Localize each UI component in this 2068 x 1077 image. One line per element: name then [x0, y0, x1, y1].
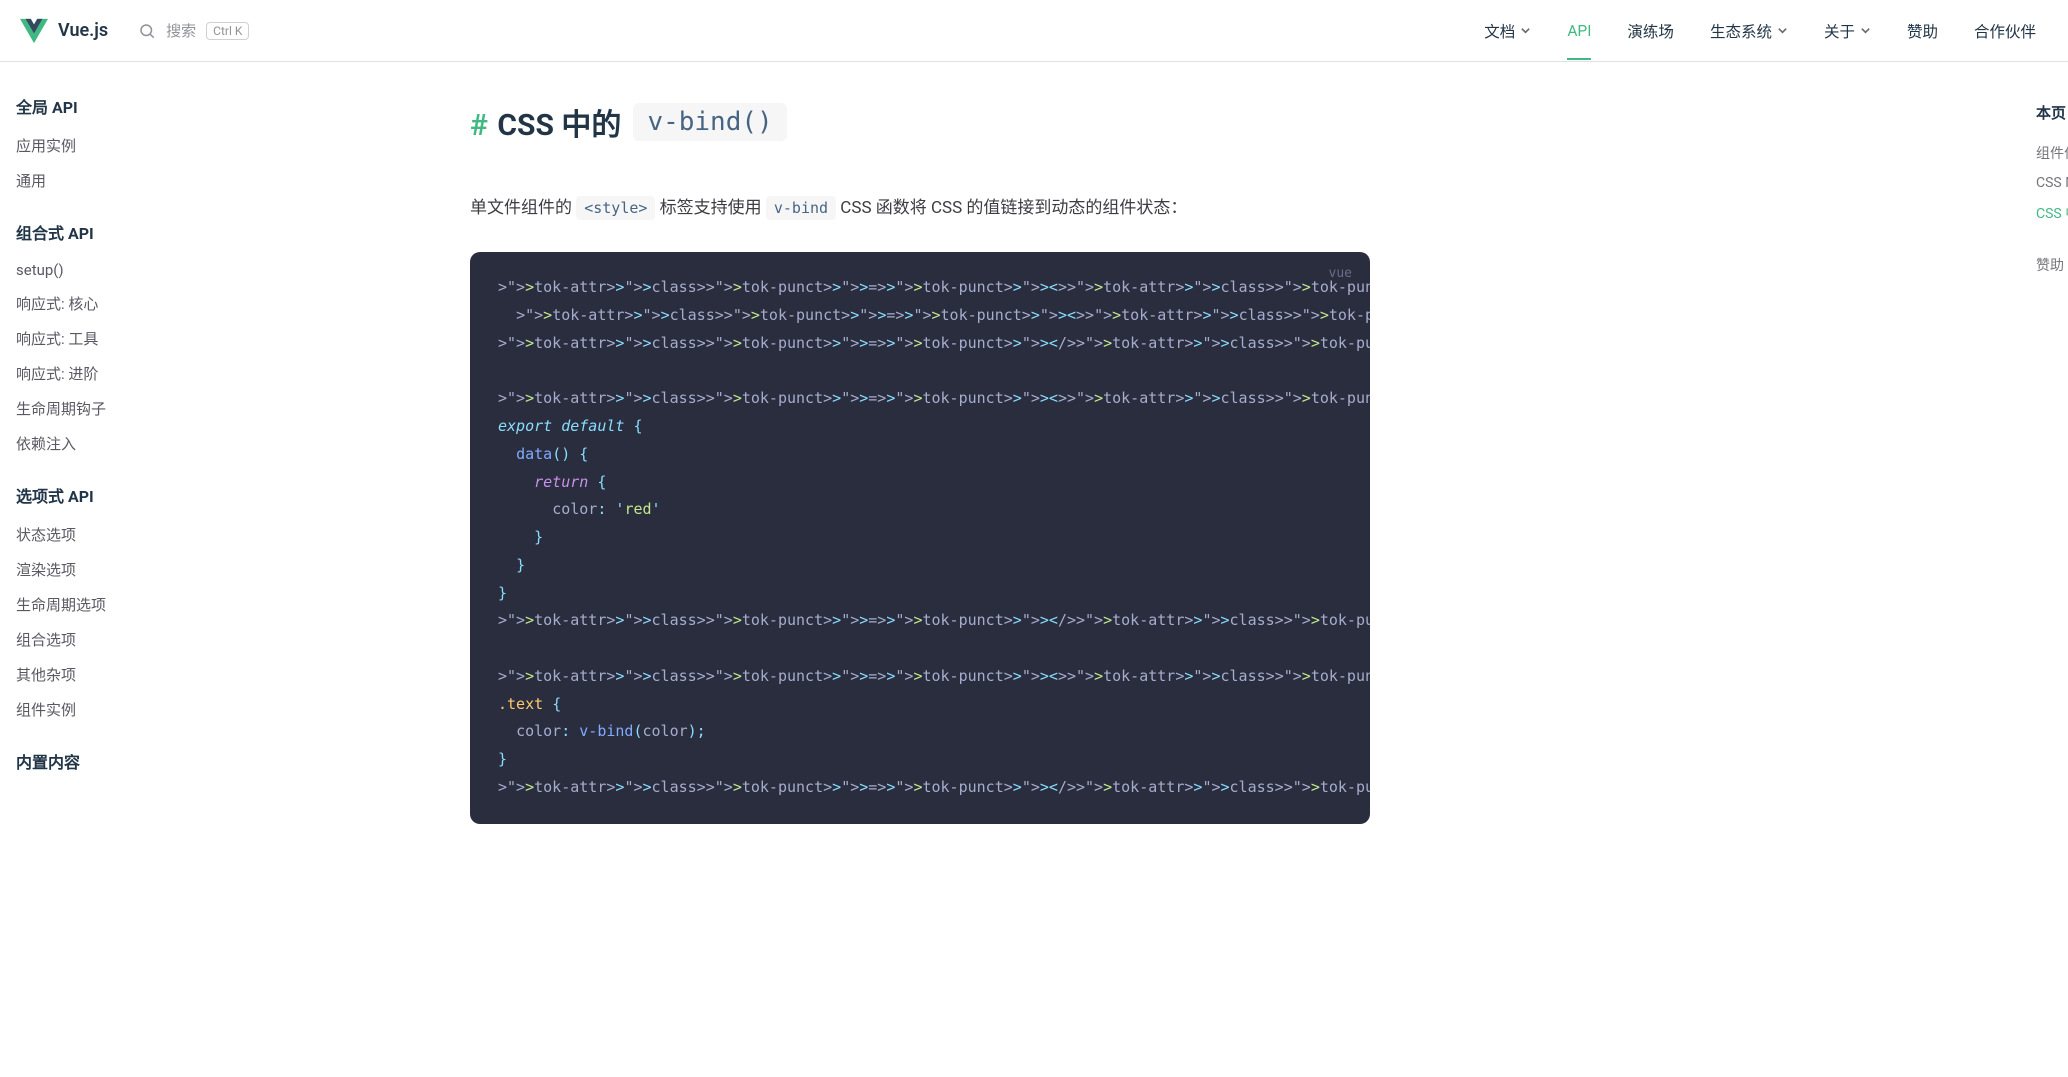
inline-code-vbind: v-bind — [766, 196, 836, 220]
chevron-down-icon — [1860, 25, 1871, 36]
sidebar-item[interactable]: 依赖注入 — [16, 426, 312, 461]
sidebar-item[interactable]: 生命周期选项 — [16, 587, 312, 622]
sidebar[interactable]: 全局 API 应用实例通用组合式 API setup()响应式: 核心响应式: 工具… — [0, 62, 340, 1077]
sidebar-heading[interactable]: 组合式 API — [16, 220, 312, 244]
vue-logo-icon — [20, 17, 48, 45]
toc-item[interactable]: CSS 中的 v-bind() — [2036, 197, 2068, 229]
sidebar-item[interactable]: 生命周期钩子 — [16, 391, 312, 426]
nav-item-赞助[interactable]: 赞助 — [1907, 20, 1938, 42]
search-icon — [138, 22, 156, 40]
brand-name: Vue.js — [58, 20, 108, 41]
sidebar-item[interactable]: 状态选项 — [16, 517, 312, 552]
search-shortcut: Ctrl K — [206, 22, 249, 40]
sidebar-heading[interactable]: 全局 API — [16, 94, 312, 118]
nav-item-关于[interactable]: 关于 — [1824, 20, 1871, 42]
code-example[interactable]: vue>">>tok-attr>>">>class>>">>tok-punct>… — [470, 252, 1370, 823]
inline-code-style: <style> — [576, 196, 655, 220]
nav-item-API[interactable]: API — [1567, 22, 1591, 40]
sidebar-section: 选项式 API 状态选项渲染选项生命周期选项组合选项其他杂项组件实例 — [16, 483, 312, 727]
para-text: CSS 函数将 CSS 的值链接到动态的组件状态： — [840, 198, 1187, 218]
sidebar-section: 内置内容 — [16, 749, 312, 773]
sidebar-item[interactable]: 响应式: 进阶 — [16, 356, 312, 391]
sidebar-item[interactable]: 渲染选项 — [16, 552, 312, 587]
sidebar-item[interactable]: 响应式: 核心 — [16, 286, 312, 321]
sidebar-item[interactable]: 应用实例 — [16, 128, 312, 163]
para-text: 单文件组件的 — [470, 198, 576, 218]
toc-item[interactable]: 组件作用域 CSS — [2036, 137, 2068, 169]
title-code: v-bind() — [633, 103, 786, 141]
main-content[interactable]: # CSS 中的 v-bind() 单文件组件的 <style> 标签支持使用 … — [340, 62, 2036, 1077]
page-title: # CSS 中的 v-bind() — [470, 100, 1370, 144]
nav-item-生态系统[interactable]: 生态系统 — [1710, 20, 1788, 42]
search-button[interactable]: 搜索 Ctrl K — [138, 20, 249, 41]
anchor-hash[interactable]: # — [470, 108, 488, 143]
sidebar-item[interactable]: 其他杂项 — [16, 657, 312, 692]
sidebar-heading[interactable]: 选项式 API — [16, 483, 312, 507]
toc-sponsor[interactable]: 赞助 — [2036, 249, 2068, 281]
sidebar-heading[interactable]: 内置内容 — [16, 749, 312, 773]
code-lang-label: vue — [1329, 262, 1352, 286]
toc-item[interactable]: CSS Modules — [2036, 169, 2068, 197]
article: # CSS 中的 v-bind() 单文件组件的 <style> 标签支持使用 … — [470, 100, 1370, 824]
search-placeholder: 搜索 — [166, 20, 196, 41]
nav-item-文档[interactable]: 文档 — [1484, 20, 1531, 42]
chevron-down-icon — [1520, 25, 1531, 36]
sidebar-item[interactable]: 响应式: 工具 — [16, 321, 312, 356]
logo-group[interactable]: Vue.js — [20, 17, 108, 45]
main-nav: 文档 API 演练场 生态系统 关于 赞助 合作伙伴 — [1484, 20, 2036, 42]
layout: 全局 API 应用实例通用组合式 API setup()响应式: 核心响应式: 工具… — [0, 62, 2068, 1077]
sidebar-section: 全局 API 应用实例通用 — [16, 94, 312, 198]
table-of-contents: 本页目录组件作用域 CSSCSS ModulesCSS 中的 v-bind() 赞… — [2036, 62, 2068, 1077]
top-header: Vue.js 搜索 Ctrl K 文档 API 演练场 生态系统 关于 赞助 合作伙伴 — [0, 0, 2068, 62]
intro-paragraph: 单文件组件的 <style> 标签支持使用 v-bind CSS 函数将 CSS… — [470, 192, 1370, 224]
para-text: 标签支持使用 — [660, 198, 766, 218]
sidebar-item[interactable]: 组合选项 — [16, 622, 312, 657]
toc-title: 本页目录 — [2036, 102, 2068, 123]
sidebar-item[interactable]: setup() — [16, 254, 312, 286]
sidebar-section: 组合式 API setup()响应式: 核心响应式: 工具响应式: 进阶生命周期钩… — [16, 220, 312, 461]
chevron-down-icon — [1777, 25, 1788, 36]
sidebar-item[interactable]: 通用 — [16, 163, 312, 198]
nav-item-演练场[interactable]: 演练场 — [1627, 20, 1674, 42]
sidebar-item[interactable]: 组件实例 — [16, 692, 312, 727]
nav-item-合作伙伴[interactable]: 合作伙伴 — [1974, 20, 2036, 42]
title-text: CSS 中的 — [497, 108, 621, 143]
